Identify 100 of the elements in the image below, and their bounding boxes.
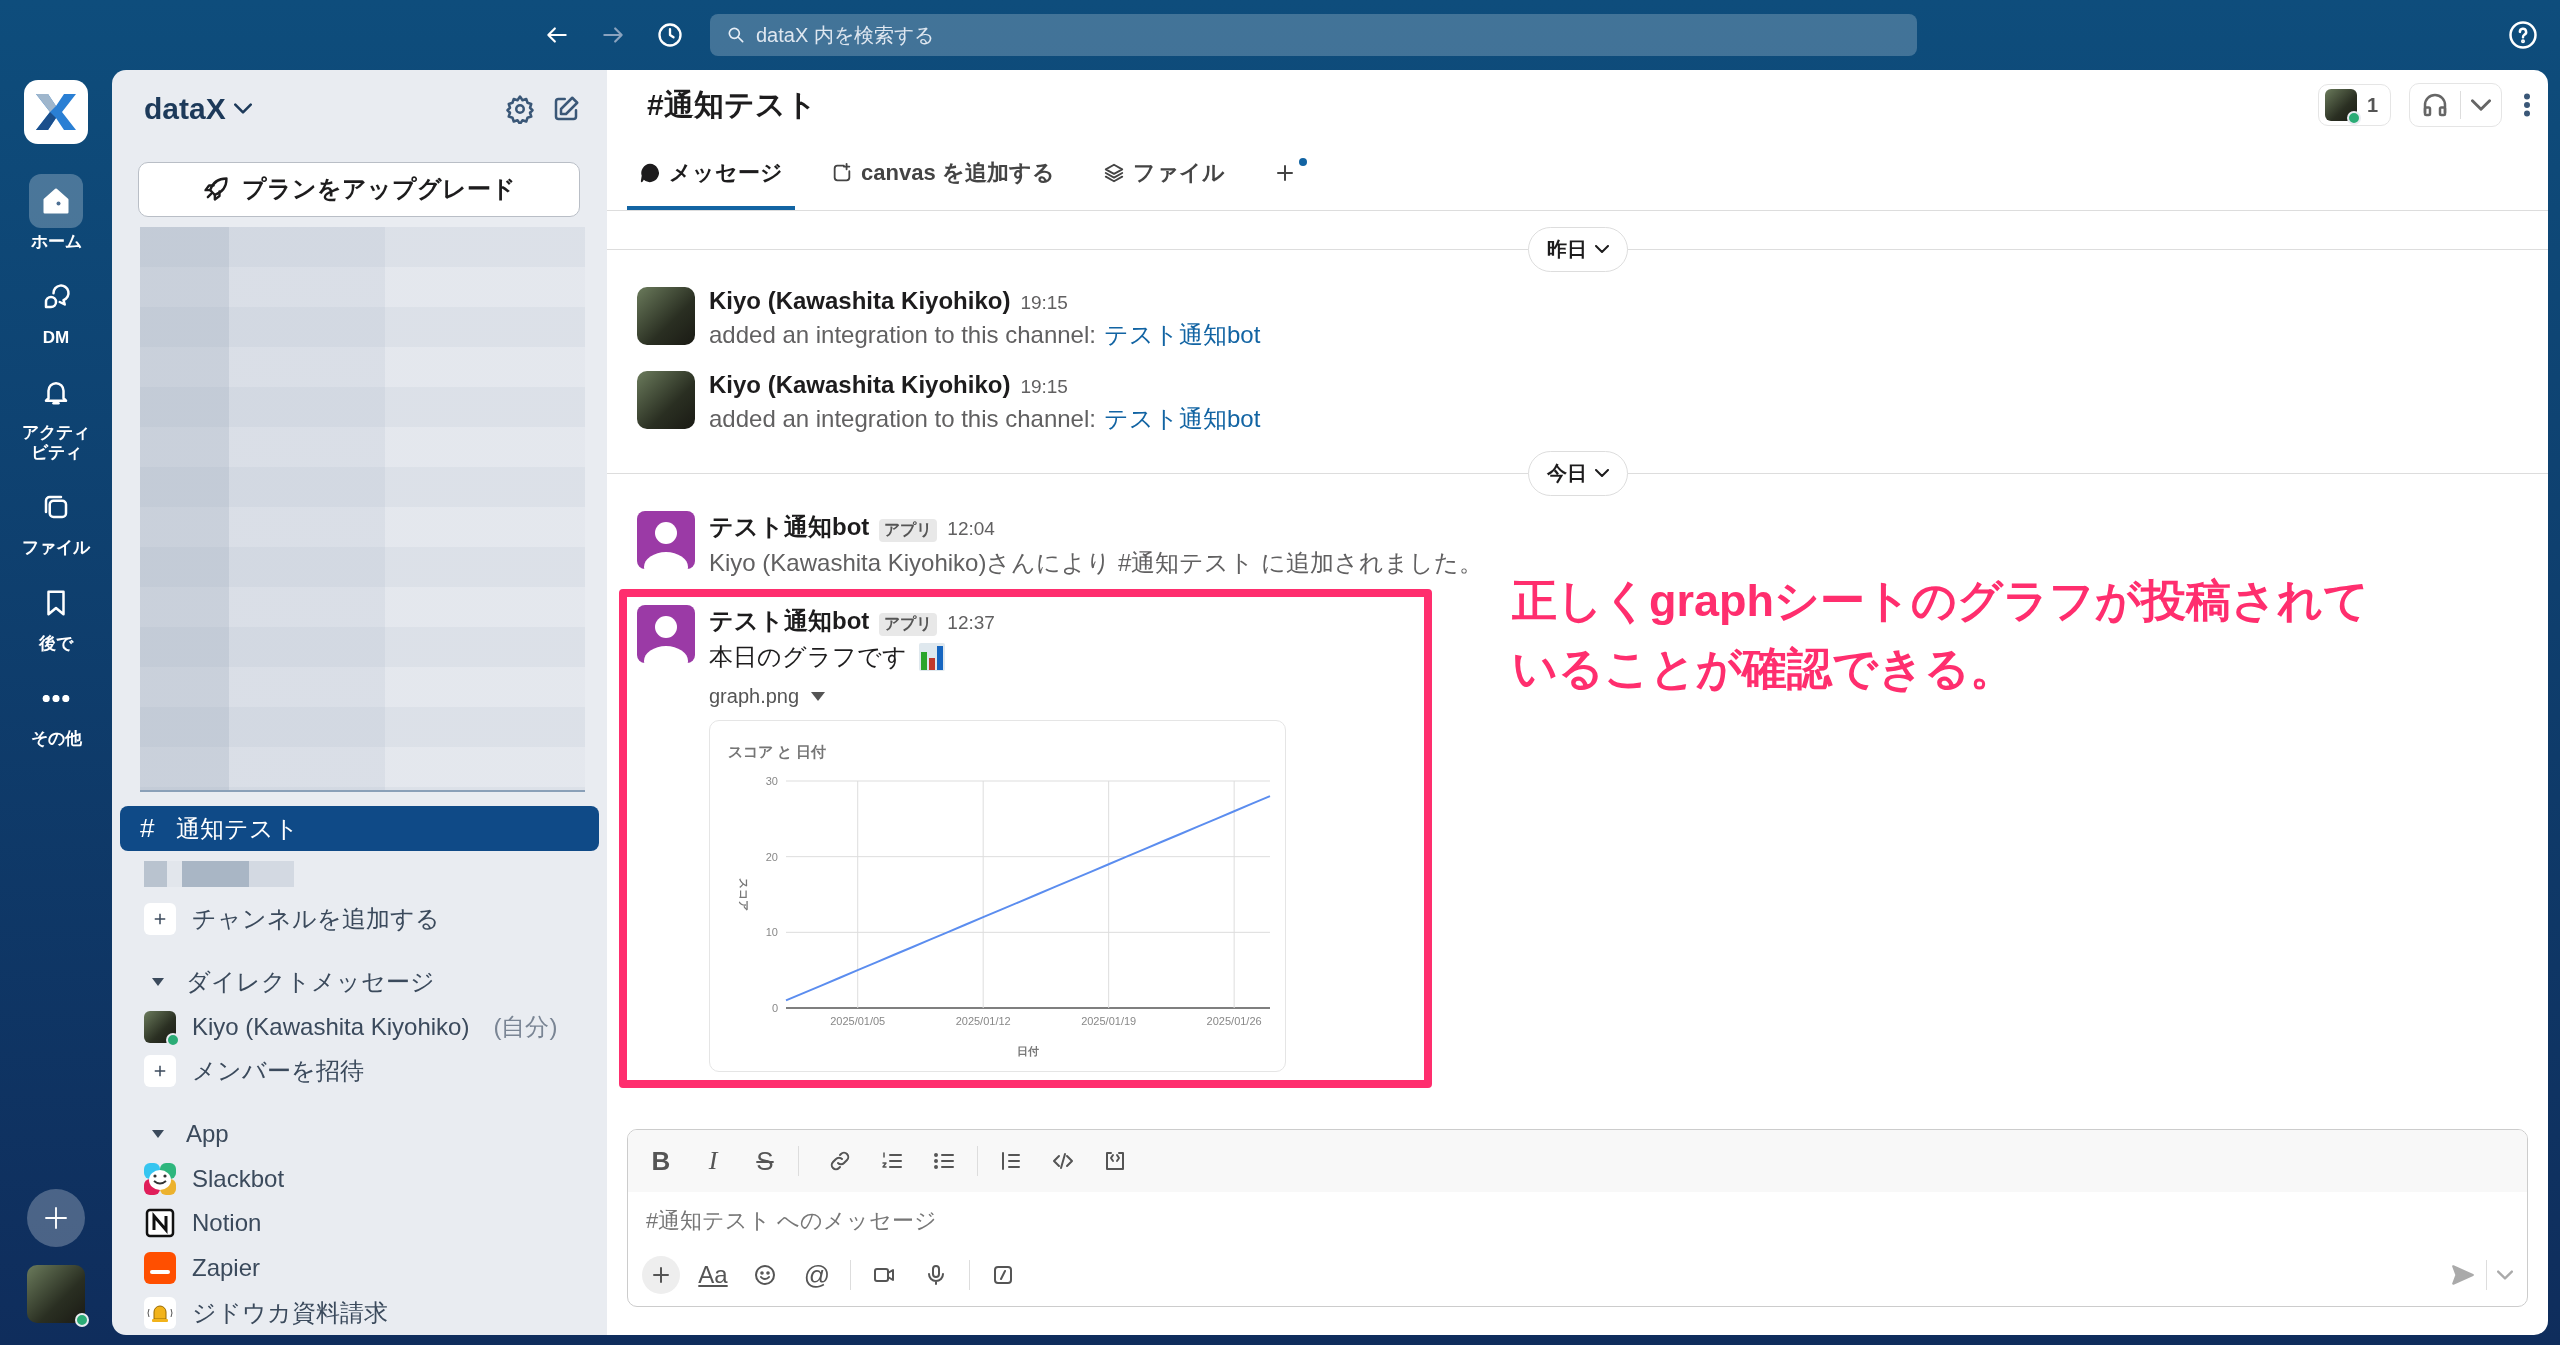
chevron-down-icon xyxy=(1594,245,1609,253)
sidebar-item[interactable]: メンバーを招待 xyxy=(112,1049,607,1094)
author-name[interactable]: テスト通知bot xyxy=(709,511,870,543)
chart-title: スコア と 日付 xyxy=(728,743,827,760)
timestamp[interactable]: 19:15 xyxy=(1020,292,1068,314)
y-tick-label: 10 xyxy=(765,926,778,939)
bot-link[interactable]: テスト通知bot xyxy=(1103,405,1261,432)
help-icon xyxy=(2508,20,2538,50)
rail-item[interactable]: その他 xyxy=(16,671,96,749)
tab[interactable]: ファイル xyxy=(1090,140,1237,210)
x-tick-label: 2025/01/26 xyxy=(1206,1015,1262,1027)
sidebar-item[interactable]: ジドウカ資料請求 xyxy=(112,1290,607,1335)
timestamp[interactable]: 12:37 xyxy=(947,612,995,634)
sidebar-item[interactable]: Zapier xyxy=(112,1245,607,1291)
chevron-down-icon xyxy=(233,103,252,115)
caret-icon xyxy=(811,691,826,702)
bold-format-button[interactable]: B xyxy=(642,1142,680,1180)
strike-format-button[interactable]: S xyxy=(746,1142,784,1180)
rail-item[interactable]: DM xyxy=(16,269,96,348)
channel-item[interactable]: # 通知テスト xyxy=(120,805,599,852)
rail-label: アクティビティ xyxy=(21,423,91,463)
x-tick-label: 2025/01/05 xyxy=(830,1015,886,1027)
sidebar-item[interactable]: Kiyo (Kawashita Kiyohiko) (自分) xyxy=(112,1004,607,1050)
italic-format-button[interactable]: I xyxy=(694,1142,732,1180)
rail-item[interactable]: アクティビティ xyxy=(16,365,96,463)
zapier-logo-icon xyxy=(144,1252,176,1285)
quote-icon xyxy=(999,1149,1023,1173)
layers-icon xyxy=(1102,162,1125,184)
members-button[interactable]: 1 xyxy=(2317,84,2391,126)
chevron-down-icon xyxy=(2497,1270,2513,1280)
author-name[interactable]: Kiyo (Kawashita Kiyohiko) xyxy=(709,371,1011,399)
plus-button[interactable] xyxy=(642,1256,680,1294)
item-label: Slackbot xyxy=(192,1164,285,1193)
x-tick-label: 2025/01/12 xyxy=(955,1015,1011,1027)
rail-item[interactable]: ホーム xyxy=(16,174,96,252)
item-label: Zapier xyxy=(192,1254,261,1283)
bell-icon xyxy=(144,1296,176,1329)
more-icon xyxy=(42,694,70,702)
rail-label: その他 xyxy=(29,729,83,749)
huddle-button[interactable] xyxy=(2409,83,2502,127)
timestamp[interactable]: 12:04 xyxy=(947,518,995,540)
notion-logo-icon xyxy=(144,1207,176,1240)
item-label: メンバーを招待 xyxy=(192,1056,364,1087)
clock-icon xyxy=(656,21,684,49)
rocket-icon xyxy=(202,175,230,204)
rail-label: DM xyxy=(41,327,71,348)
link-icon xyxy=(828,1149,852,1173)
sidebar-item[interactable]: Notion xyxy=(112,1201,607,1246)
message-text: Kiyo (Kawashita Kiyohiko)さんにより #通知テスト に追加されました。 xyxy=(709,549,1484,576)
tab[interactable]: メッセージ xyxy=(627,140,795,210)
hash-icon: # xyxy=(140,813,155,844)
mention-button[interactable]: @ xyxy=(798,1256,836,1294)
chevron-down-icon xyxy=(2471,99,2491,111)
section-header[interactable]: ダイレクトメッセージ xyxy=(112,959,607,1005)
item-label: Notion xyxy=(192,1209,262,1238)
sidebar-item[interactable]: Slackbot xyxy=(112,1156,607,1202)
avatar-photo xyxy=(637,287,695,345)
gear-icon xyxy=(505,93,535,124)
annotation-text: 正しくgraphシートのグラフが投稿されていることが確認できる。 xyxy=(1512,574,2370,696)
search-icon xyxy=(726,25,746,45)
item-label: Kiyo (Kawashita Kiyohiko) xyxy=(192,1012,470,1041)
timestamp[interactable]: 19:15 xyxy=(1020,376,1068,398)
date-pill[interactable]: 今日 xyxy=(1527,450,1628,496)
channel-title[interactable]: #通知テスト xyxy=(647,84,817,126)
section-header[interactable]: App xyxy=(112,1111,607,1157)
tab[interactable]: canvas を追加する xyxy=(819,140,1067,210)
smiley-icon xyxy=(753,1263,777,1287)
rail-item[interactable]: ファイル xyxy=(16,480,96,558)
workspace-name[interactable]: dataX xyxy=(144,91,226,126)
y-tick-label: 20 xyxy=(765,850,778,863)
message-composer[interactable]: B I S #通知テスト へのメッセージ Aa @ xyxy=(627,1129,2528,1307)
y-axis-label: スコア xyxy=(738,878,750,911)
bot-link[interactable]: テスト通知bot xyxy=(1103,321,1261,348)
date-pill[interactable]: 昨日 xyxy=(1527,226,1628,272)
y-tick-label: 30 xyxy=(765,775,778,787)
x-axis-label: 日付 xyxy=(1017,1045,1039,1057)
x-tick-label: 2025/01/19 xyxy=(1081,1015,1137,1027)
self-label: (自分) xyxy=(493,1011,558,1042)
upgrade-button[interactable]: プランをアップグレード xyxy=(138,161,580,218)
bot-avatar-icon xyxy=(637,511,695,569)
rail-item[interactable]: 後で xyxy=(16,575,96,654)
speech-bubble-icon xyxy=(639,162,661,184)
code-block-icon xyxy=(1103,1149,1127,1173)
rail-label: ファイル xyxy=(21,538,92,558)
author-name[interactable]: テスト通知bot xyxy=(709,605,870,637)
author-name[interactable]: Kiyo (Kawashita Kiyohiko) xyxy=(709,287,1011,315)
message-text: 本日のグラフです xyxy=(709,642,907,672)
kebab-menu-icon xyxy=(2524,92,2530,118)
app-badge: アプリ xyxy=(879,519,938,542)
file-name-toggle[interactable]: graph.png xyxy=(709,685,826,708)
home-icon xyxy=(41,186,71,216)
notification-dot xyxy=(1298,158,1307,166)
add-channel-item[interactable]: チャンネルを追加する xyxy=(112,897,607,942)
canvas-icon xyxy=(831,162,853,184)
format-button[interactable]: Aa xyxy=(694,1256,732,1294)
workspace-logo-icon[interactable] xyxy=(24,80,88,144)
slash-command-icon xyxy=(991,1263,1015,1287)
item-label: ジドウカ資料請求 xyxy=(192,1297,388,1328)
y-tick-label: 0 xyxy=(771,1002,778,1014)
chevron-down-icon xyxy=(1594,469,1609,477)
